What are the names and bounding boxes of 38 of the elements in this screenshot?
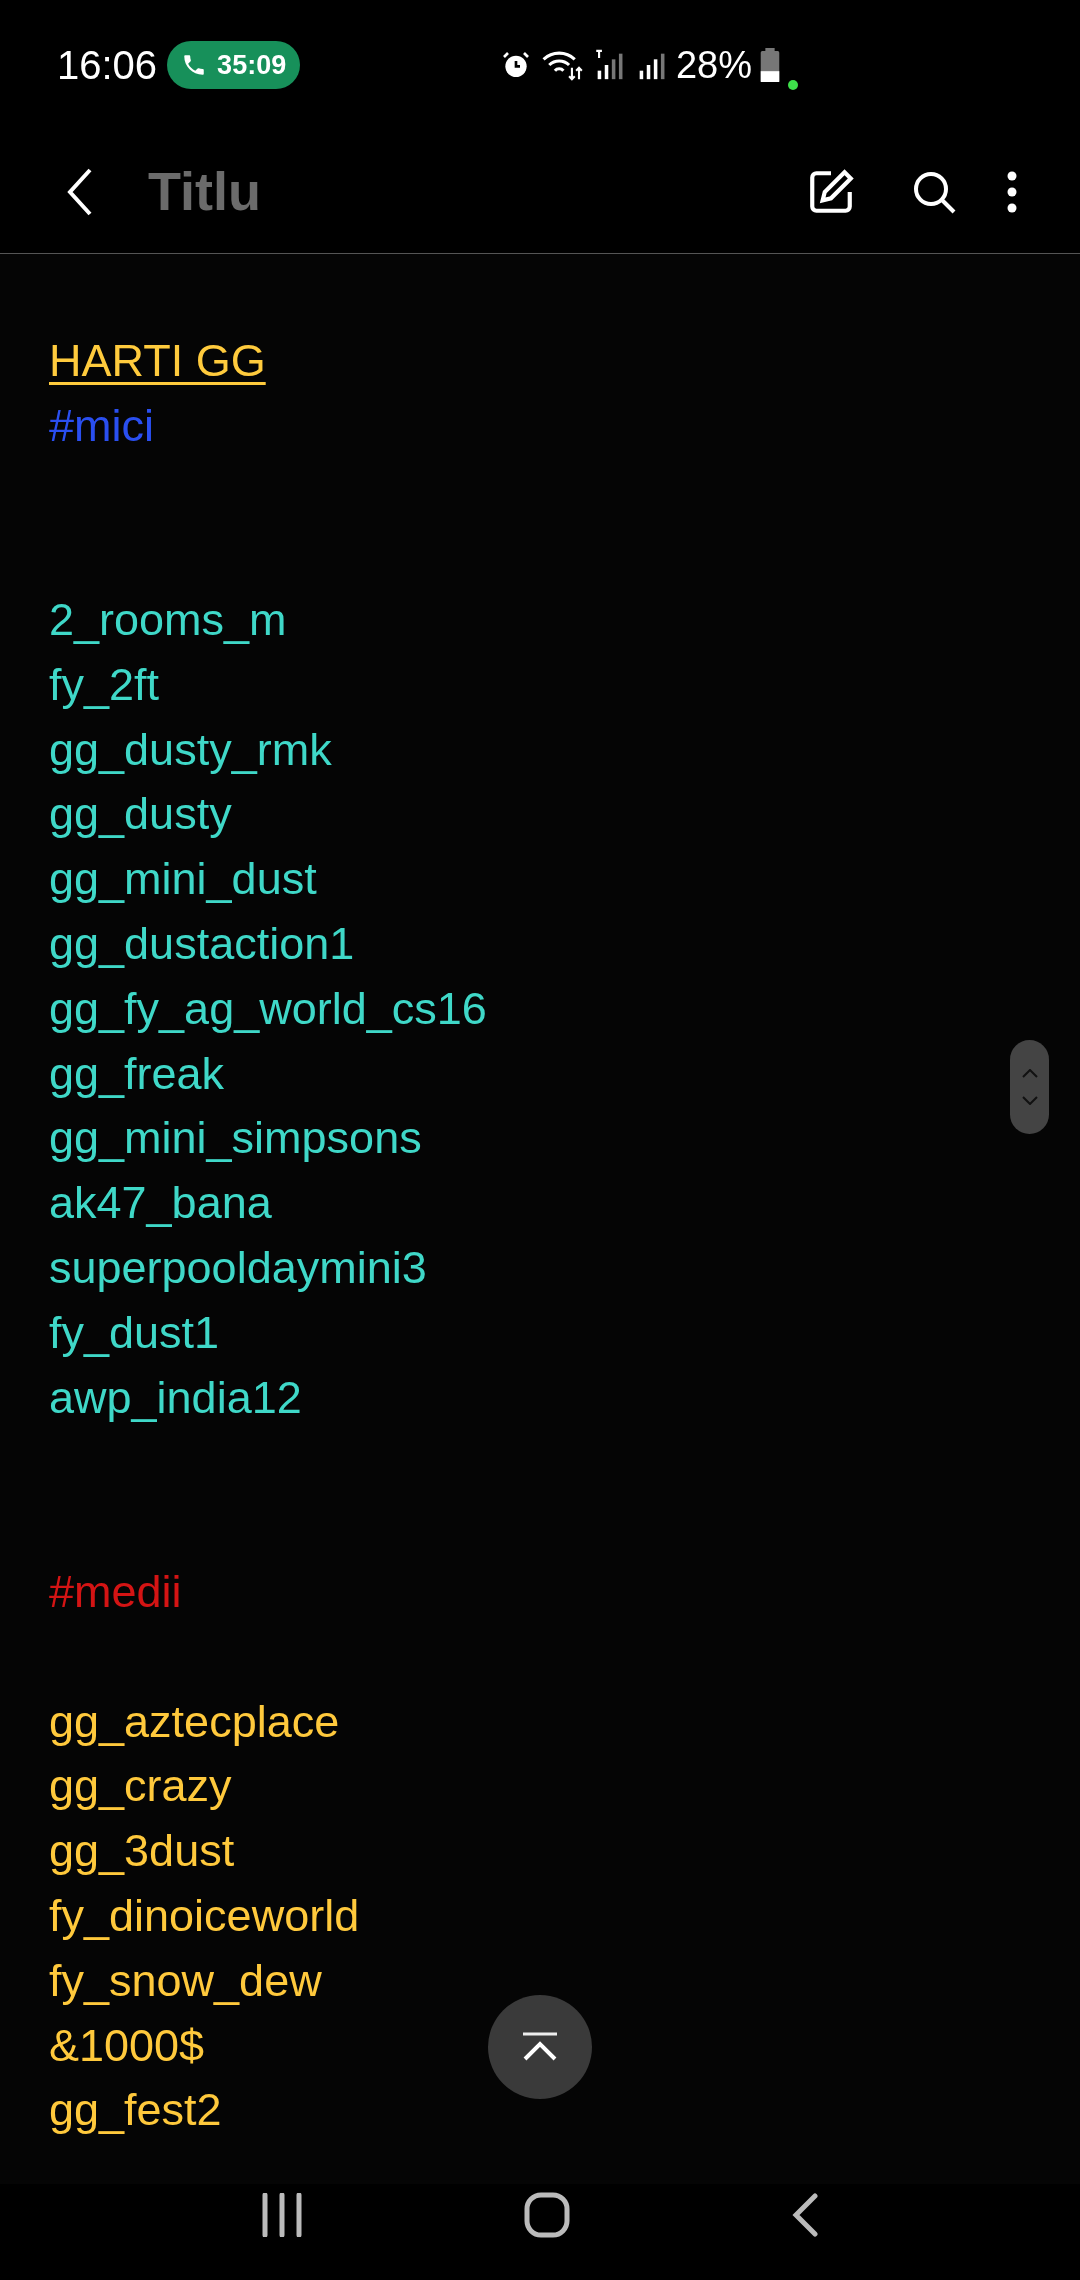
map-name-text: gg_3dust — [49, 1825, 235, 1877]
hashtag-text: #medii — [49, 1565, 182, 1617]
map-name-text: ak47_bana — [49, 1177, 272, 1229]
map-name-text: gg_dusty_rmk — [49, 723, 332, 775]
back-icon — [66, 167, 94, 216]
hashtag-text: #mici — [49, 399, 154, 451]
map-name-text: gg_mini_simpsons — [49, 1112, 422, 1164]
map-name-text: 2_rooms_m — [49, 594, 287, 645]
more-icon — [1006, 169, 1018, 214]
map-name-text: fy_dinoiceworld — [49, 1889, 360, 1941]
map-name-text: &1000$ — [49, 2019, 205, 2071]
map-name-text: fy_snow_dew — [49, 1954, 322, 2006]
status-time: 16:06 — [57, 42, 158, 89]
back-icon[interactable] — [791, 2193, 820, 2237]
map-name-text: gg_fy_ag_world_cs16 — [49, 982, 487, 1034]
call-pill[interactable]: 35:09 — [167, 41, 301, 89]
map-name-text: gg_crazy — [49, 1760, 232, 1812]
map-name-text: awp_india12 — [49, 1371, 302, 1423]
note-title[interactable]: Titlu — [148, 151, 261, 232]
heading-text: HARTI GG — [49, 334, 266, 386]
more-button[interactable] — [1006, 169, 1018, 214]
map-name-text: gg_freak — [49, 1047, 225, 1099]
scroll-top-icon — [520, 2032, 560, 2062]
home-icon[interactable] — [524, 2192, 570, 2238]
map-name-text: gg_fest2 — [49, 2084, 222, 2136]
battery-icon — [760, 48, 780, 82]
recent-apps-icon[interactable] — [260, 2193, 303, 2237]
map-name-text: superpooldaymini3 — [49, 1241, 427, 1293]
map-name-text: gg_dusty — [49, 788, 232, 840]
map-name-text: gg_dustaction1 — [49, 917, 355, 969]
map-name-text: fy_dust1 — [49, 1306, 220, 1358]
map-name-text: gg_mini_dust — [49, 853, 317, 905]
status-dot-icon — [788, 79, 798, 90]
battery-percent: 28% — [675, 42, 752, 88]
scroll-handle[interactable] — [1010, 1040, 1049, 1134]
map-name-text: fy_2ft — [49, 658, 160, 710]
call-timer: 35:09 — [217, 48, 287, 82]
map-name-text: gg_aztecplace — [49, 1695, 340, 1747]
